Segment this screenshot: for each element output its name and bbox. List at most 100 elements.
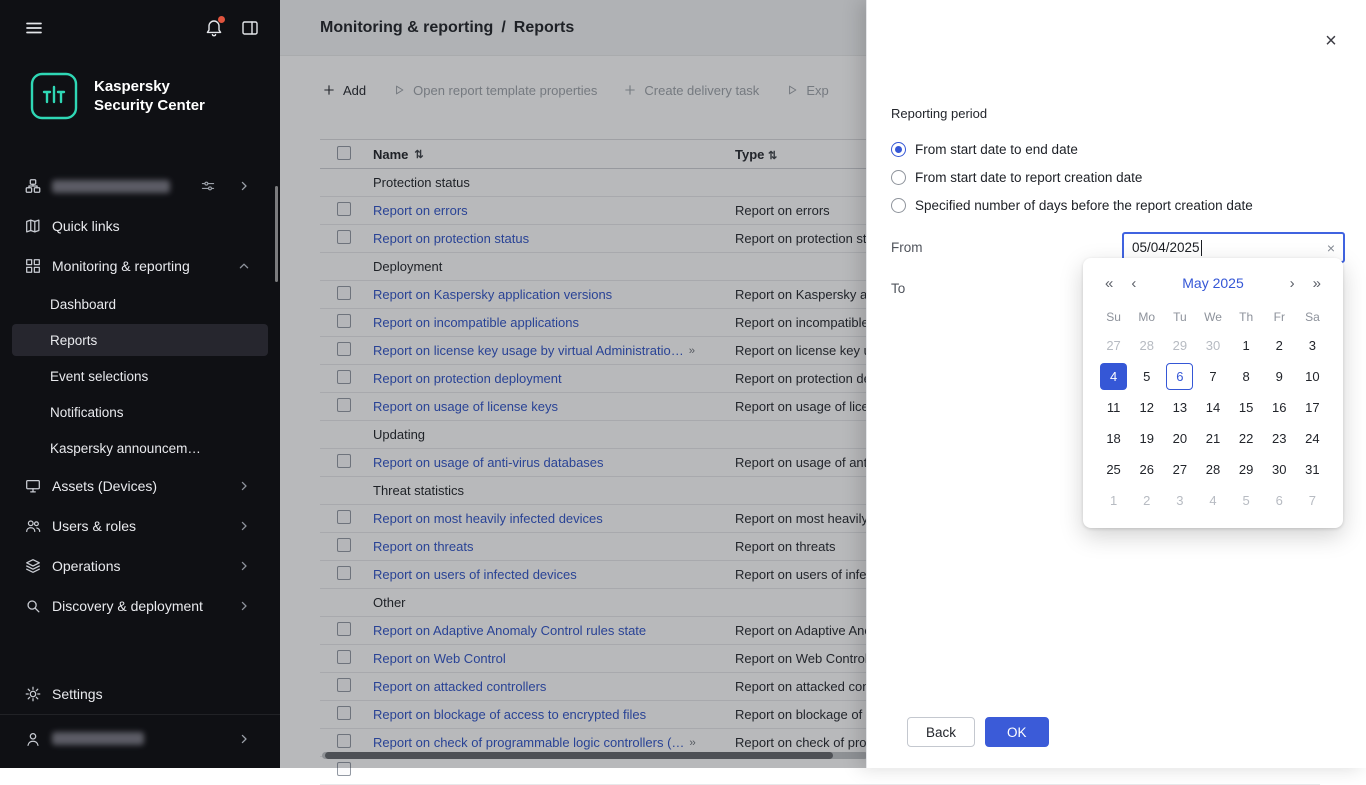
expand-icon[interactable]: ›› <box>689 737 694 749</box>
row-checkbox[interactable] <box>337 202 351 216</box>
horizontal-scrollbar[interactable] <box>322 752 868 759</box>
panels-icon[interactable] <box>240 18 260 38</box>
next-month-icon[interactable]: › <box>1286 275 1299 292</box>
expand-icon[interactable]: ›› <box>689 345 694 357</box>
calendar-day[interactable]: 20 <box>1163 423 1196 454</box>
scrollbar-thumb[interactable] <box>325 752 833 759</box>
calendar-day[interactable]: 3 <box>1296 330 1329 361</box>
sidebar-item-dashboard[interactable]: Dashboard <box>0 286 280 322</box>
calendar-day[interactable]: 13 <box>1163 392 1196 423</box>
sidebar-item-assets-devices[interactable]: Assets (Devices) <box>0 466 280 506</box>
calendar-month-title[interactable]: May 2025 <box>1140 275 1285 291</box>
calendar-day[interactable]: 4 <box>1196 485 1229 516</box>
report-link[interactable]: Report on Adaptive Anomaly Control rules… <box>373 623 646 638</box>
prev-year-icon[interactable]: « <box>1101 275 1117 292</box>
report-link[interactable]: Report on usage of anti-virus databases <box>373 455 604 470</box>
report-link[interactable]: Report on protection status <box>373 231 529 246</box>
row-checkbox[interactable] <box>337 734 351 748</box>
calendar-day[interactable]: 28 <box>1130 330 1163 361</box>
calendar-day[interactable]: 7 <box>1196 361 1229 392</box>
row-checkbox[interactable] <box>337 370 351 384</box>
column-header-type[interactable]: Type <box>735 147 764 162</box>
back-button[interactable]: Back <box>907 717 975 747</box>
calendar-day[interactable]: 5 <box>1130 361 1163 392</box>
calendar-day[interactable]: 21 <box>1196 423 1229 454</box>
calendar-day[interactable]: 27 <box>1097 330 1130 361</box>
row-checkbox[interactable] <box>337 398 351 412</box>
calendar-day[interactable]: 6 <box>1163 361 1196 392</box>
calendar-day[interactable]: 1 <box>1097 485 1130 516</box>
calendar-day[interactable]: 27 <box>1163 454 1196 485</box>
report-link[interactable]: Report on blockage of access to encrypte… <box>373 707 646 722</box>
calendar-day[interactable]: 1 <box>1230 330 1263 361</box>
sort-icon[interactable]: ⇅ <box>414 148 422 161</box>
row-checkbox[interactable] <box>337 286 351 300</box>
sidebar-item-notifications[interactable]: Notifications <box>0 394 280 430</box>
row-checkbox[interactable] <box>337 342 351 356</box>
radio-option-2[interactable]: Specified number of days before the repo… <box>891 191 1345 219</box>
sidebar-item-server[interactable] <box>0 166 280 206</box>
calendar-day[interactable]: 5 <box>1230 485 1263 516</box>
row-checkbox[interactable] <box>337 650 351 664</box>
calendar-day[interactable]: 30 <box>1263 454 1296 485</box>
report-link[interactable]: Report on users of infected devices <box>373 567 577 582</box>
calendar-day[interactable]: 6 <box>1263 485 1296 516</box>
sidebar-item-operations[interactable]: Operations <box>0 546 280 586</box>
radio-option-1[interactable]: From start date to report creation date <box>891 163 1345 191</box>
row-checkbox[interactable] <box>337 706 351 720</box>
sidebar-scrollbar[interactable] <box>275 186 278 282</box>
calendar-day[interactable]: 4 <box>1097 361 1130 392</box>
report-link[interactable]: Report on incompatible applications <box>373 315 579 330</box>
calendar-day[interactable]: 19 <box>1130 423 1163 454</box>
add-button[interactable]: Add <box>322 83 366 98</box>
calendar-day[interactable]: 18 <box>1097 423 1130 454</box>
report-link[interactable]: Report on protection deployment <box>373 371 562 386</box>
row-checkbox[interactable] <box>337 566 351 580</box>
next-year-icon[interactable]: » <box>1309 275 1325 292</box>
calendar-day[interactable]: 8 <box>1230 361 1263 392</box>
prev-month-icon[interactable]: ‹ <box>1127 275 1140 292</box>
sliders-icon[interactable] <box>200 178 216 194</box>
select-all-checkbox[interactable] <box>337 146 351 160</box>
calendar-day[interactable]: 31 <box>1296 454 1329 485</box>
report-link[interactable]: Report on threats <box>373 539 473 554</box>
row-checkbox[interactable] <box>337 622 351 636</box>
calendar-day[interactable]: 11 <box>1097 392 1130 423</box>
report-link[interactable]: Report on usage of license keys <box>373 399 558 414</box>
report-link[interactable]: Report on Web Control <box>373 651 506 666</box>
calendar-day[interactable]: 16 <box>1263 392 1296 423</box>
menu-icon[interactable] <box>24 18 44 38</box>
calendar-day[interactable]: 12 <box>1130 392 1163 423</box>
report-link[interactable]: Report on Kaspersky application versions <box>373 287 612 302</box>
row-checkbox[interactable] <box>337 314 351 328</box>
calendar-day[interactable]: 25 <box>1097 454 1130 485</box>
report-link[interactable]: Report on most heavily infected devices <box>373 511 603 526</box>
breadcrumb-item[interactable]: Monitoring & reporting <box>320 19 493 37</box>
sidebar-item-quick-links[interactable]: Quick links <box>0 206 280 246</box>
ok-button[interactable]: OK <box>985 717 1049 747</box>
calendar-day[interactable]: 28 <box>1196 454 1229 485</box>
calendar-day[interactable]: 29 <box>1230 454 1263 485</box>
report-link[interactable]: Report on license key usage by virtual A… <box>373 343 684 358</box>
calendar-day[interactable]: 23 <box>1263 423 1296 454</box>
calendar-day[interactable]: 10 <box>1296 361 1329 392</box>
sidebar-item-event-selections[interactable]: Event selections <box>0 358 280 394</box>
notifications-bell-icon[interactable] <box>204 18 224 38</box>
row-checkbox[interactable] <box>337 762 351 776</box>
row-checkbox[interactable] <box>337 678 351 692</box>
sidebar-item-discovery-deployment[interactable]: Discovery & deployment <box>0 586 280 626</box>
calendar-day[interactable]: 15 <box>1230 392 1263 423</box>
sidebar-item-monitoring-reporting[interactable]: Monitoring & reporting <box>0 246 280 286</box>
sidebar-item-settings[interactable]: Settings <box>0 674 280 714</box>
report-link[interactable]: Report on attacked controllers <box>373 679 546 694</box>
calendar-day[interactable]: 9 <box>1263 361 1296 392</box>
row-checkbox[interactable] <box>337 538 351 552</box>
sidebar-item-user[interactable] <box>0 714 280 762</box>
sidebar-item-users-roles[interactable]: Users & roles <box>0 506 280 546</box>
calendar-day[interactable]: 2 <box>1263 330 1296 361</box>
sort-icon[interactable]: ⇅ <box>768 150 776 162</box>
calendar-day[interactable]: 2 <box>1130 485 1163 516</box>
calendar-day[interactable]: 17 <box>1296 392 1329 423</box>
calendar-day[interactable]: 26 <box>1130 454 1163 485</box>
row-checkbox[interactable] <box>337 510 351 524</box>
